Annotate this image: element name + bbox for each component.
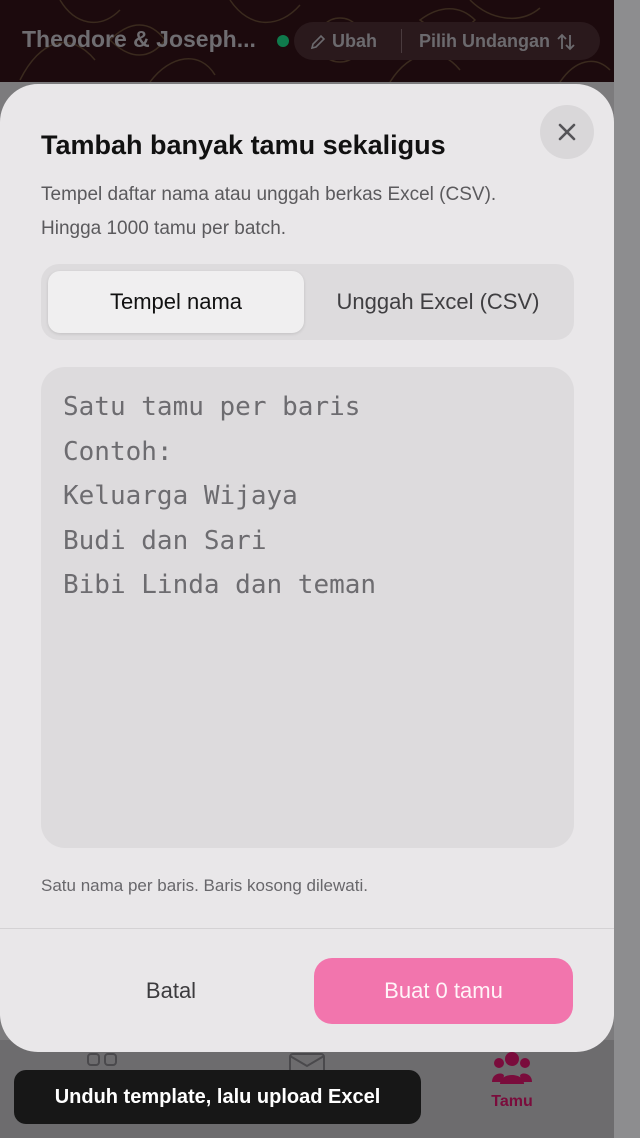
page-edge xyxy=(614,0,640,1138)
input-mode-tabs: Tempel nama Unggah Excel (CSV) xyxy=(41,264,574,340)
nav-item-label: Tamu xyxy=(491,1093,533,1110)
pencil-icon xyxy=(310,34,326,49)
status-dot xyxy=(277,35,289,47)
toast-message: Unduh template, lalu upload Excel xyxy=(54,1085,381,1108)
close-icon xyxy=(558,123,576,141)
tab-upload-csv[interactable]: Unggah Excel (CSV) xyxy=(307,271,569,333)
modal-title: Tambah banyak tamu sekaligus xyxy=(41,130,446,160)
create-guests-button[interactable]: Buat 0 tamu xyxy=(314,958,573,1024)
divider xyxy=(401,29,402,53)
event-title[interactable]: Theodore & Joseph... xyxy=(22,26,272,53)
cancel-button[interactable]: Batal xyxy=(41,958,301,1024)
footer-divider xyxy=(0,928,614,929)
select-invitation-label: Pilih Undangan xyxy=(419,31,551,51)
bulk-add-guests-modal: Tambah banyak tamu sekaligus Tempel daft… xyxy=(0,84,614,1052)
swap-vertical-icon xyxy=(557,33,575,50)
select-invitation-button[interactable]: Pilih Undangan xyxy=(419,31,576,52)
tab-paste-names[interactable]: Tempel nama xyxy=(48,271,304,333)
close-button[interactable] xyxy=(540,105,594,159)
toast-notification: Unduh template, lalu upload Excel xyxy=(14,1070,421,1124)
guests-icon xyxy=(492,1052,532,1084)
description-line: Tempel daftar nama atau unggah berkas Ex… xyxy=(41,184,497,205)
modal-description: Tempel daftar nama atau unggah berkas Ex… xyxy=(41,178,581,246)
nav-item-tamu[interactable]: Tamu xyxy=(482,1050,542,1111)
header-actions: Ubah Pilih Undangan xyxy=(294,22,600,60)
guest-names-input[interactable] xyxy=(41,367,574,848)
app-header: Theodore & Joseph... Ubah Pilih Undangan xyxy=(0,0,614,82)
edit-label: Ubah xyxy=(332,31,377,51)
input-hint: Satu nama per baris. Baris kosong dilewa… xyxy=(41,876,368,895)
grid-icon[interactable] xyxy=(86,1052,120,1072)
edit-button[interactable]: Ubah xyxy=(310,31,377,52)
description-line: Hingga 1000 tamu per batch. xyxy=(41,218,287,239)
